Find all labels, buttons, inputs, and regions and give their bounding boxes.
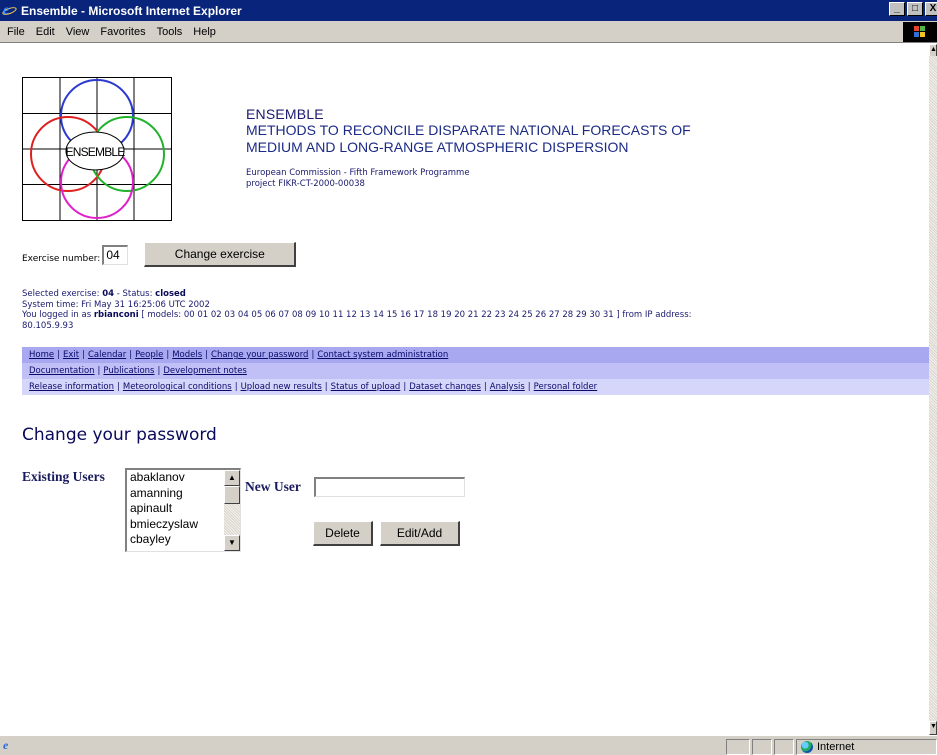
close-button[interactable]: X: [925, 2, 937, 16]
menu-help[interactable]: Help: [188, 26, 221, 38]
nav-row-docs: Documentation | Publications | Development…: [22, 363, 929, 379]
menu-edit[interactable]: Edit: [31, 26, 60, 38]
selected-exercise-line: Selected exercise: 04 - Status: closed: [22, 289, 692, 300]
nav-exit[interactable]: Exit: [63, 350, 79, 360]
status-bar: e Internet: [0, 735, 937, 755]
status-text-panel: [18, 739, 724, 755]
nav-release-information[interactable]: Release information: [29, 382, 114, 392]
nav-upload-new-results[interactable]: Upload new results: [241, 382, 322, 392]
ensemble-logo-graphic: ENSEMBLE: [23, 78, 171, 220]
nav-meteorological-conditions[interactable]: Meteorological conditions: [123, 382, 232, 392]
new-user-input[interactable]: [314, 477, 465, 497]
internet-explorer-icon: e: [1, 3, 18, 19]
listbox-scrollbar[interactable]: ▲ ▼: [224, 470, 240, 551]
existing-users-label: Existing Users: [22, 469, 105, 484]
session-status: Selected exercise: 04 - Status: closed S…: [22, 289, 692, 331]
page-content: ENSEMBLE ENSEMBLE METHODS TO RECONCILE D…: [0, 44, 929, 734]
menu-file[interactable]: File: [2, 26, 30, 38]
security-zone-panel: Internet: [796, 739, 937, 755]
exercise-number-label: Exercise number:: [22, 253, 101, 264]
site-name: ENSEMBLE: [246, 106, 324, 122]
menu-favorites[interactable]: Favorites: [95, 26, 150, 38]
funding-text: European Commission - Fifth Framework Pr…: [246, 168, 470, 178]
delete-button[interactable]: Delete: [313, 521, 373, 546]
nav-row-exercise: Release information | Meteorological cond…: [22, 379, 929, 395]
logo-text: ENSEMBLE: [66, 145, 126, 159]
exercise-number-input[interactable]: 04: [102, 244, 129, 265]
windows-logo-icon: [903, 22, 937, 42]
selected-exercise-value: 04: [102, 289, 115, 299]
scroll-up-arrow-icon[interactable]: ▲: [224, 470, 240, 486]
nav-calendar[interactable]: Calendar: [88, 350, 126, 360]
login-info-line: You logged in as rbianconi [ models: 00 …: [22, 310, 692, 321]
navigation-menu: Home | Exit | Calendar | People | Models | Ch…: [22, 347, 929, 395]
site-heading: ENSEMBLE METHODS TO RECONCILE DISPARATE …: [246, 106, 691, 190]
site-subtitle-line2: MEDIUM AND LONG-RANGE ATMOSPHERIC DISPER…: [246, 139, 629, 155]
project-code: project FIKR-CT-2000-00038: [246, 179, 365, 189]
status-panel-2: [752, 739, 772, 755]
menu-view[interactable]: View: [61, 26, 95, 38]
selected-exercise-label: Selected exercise:: [22, 289, 103, 299]
status-panel-1: [726, 739, 750, 755]
nav-change-password[interactable]: Change your password: [211, 350, 308, 360]
security-zone-label: Internet: [817, 741, 855, 753]
nav-documentation[interactable]: Documentation: [29, 366, 95, 376]
nav-contact-admin[interactable]: Contact system administration: [317, 350, 448, 360]
menu-bar: File Edit View Favorites Tools Help: [0, 21, 937, 43]
window-titlebar: e Ensemble - Microsoft Internet Explorer…: [0, 0, 937, 21]
login-models: [ models: 00 01 02 03 04 05 06 07 08 09 …: [138, 310, 692, 320]
internet-globe-icon: [801, 741, 813, 753]
status-label: - Status:: [114, 289, 156, 299]
system-time: System time: Fri May 31 16:25:06 UTC 200…: [22, 299, 210, 310]
status-value: closed: [155, 289, 186, 299]
nav-home[interactable]: Home: [29, 350, 54, 360]
login-prefix: You logged in as: [22, 310, 94, 320]
nav-people[interactable]: People: [135, 350, 163, 360]
nav-row-main: Home | Exit | Calendar | People | Models | Ch…: [22, 347, 929, 363]
page-scroll-down-icon[interactable]: ▼: [929, 721, 937, 735]
nav-personal-folder[interactable]: Personal folder: [534, 382, 598, 392]
status-panel-3: [774, 739, 794, 755]
exercise-selector: Exercise number: 04 Change exercise: [22, 242, 297, 267]
page-title: Change your password: [22, 425, 217, 445]
ensemble-logo: ENSEMBLE: [22, 77, 172, 221]
page-scrollbar[interactable]: [929, 56, 937, 736]
maximize-button[interactable]: □: [907, 2, 923, 16]
ip-address: 80.105.9.93: [22, 320, 74, 331]
nav-analysis[interactable]: Analysis: [490, 382, 525, 392]
nav-status-of-upload[interactable]: Status of upload: [331, 382, 401, 392]
minimize-button[interactable]: _: [889, 2, 905, 16]
window-title: Ensemble - Microsoft Internet Explorer: [21, 3, 242, 18]
login-user: rbianconi: [93, 310, 139, 320]
existing-users-listbox[interactable]: abaklanov amanning apinault bmieczyslaw …: [125, 468, 241, 552]
scroll-down-arrow-icon[interactable]: ▼: [224, 535, 240, 551]
edit-add-button[interactable]: Edit/Add: [380, 521, 460, 546]
page-loaded-icon: e: [3, 738, 9, 752]
change-exercise-button[interactable]: Change exercise: [144, 242, 297, 267]
nav-models[interactable]: Models: [172, 350, 202, 360]
menu-tools[interactable]: Tools: [152, 26, 188, 38]
nav-development-notes[interactable]: Development notes: [163, 366, 247, 376]
nav-publications[interactable]: Publications: [103, 366, 154, 376]
listbox-scroll-thumb[interactable]: [224, 486, 240, 504]
nav-dataset-changes[interactable]: Dataset changes: [409, 382, 481, 392]
new-user-label: New User: [245, 479, 301, 494]
site-subtitle-line1: METHODS TO RECONCILE DISPARATE NATIONAL …: [246, 122, 691, 138]
